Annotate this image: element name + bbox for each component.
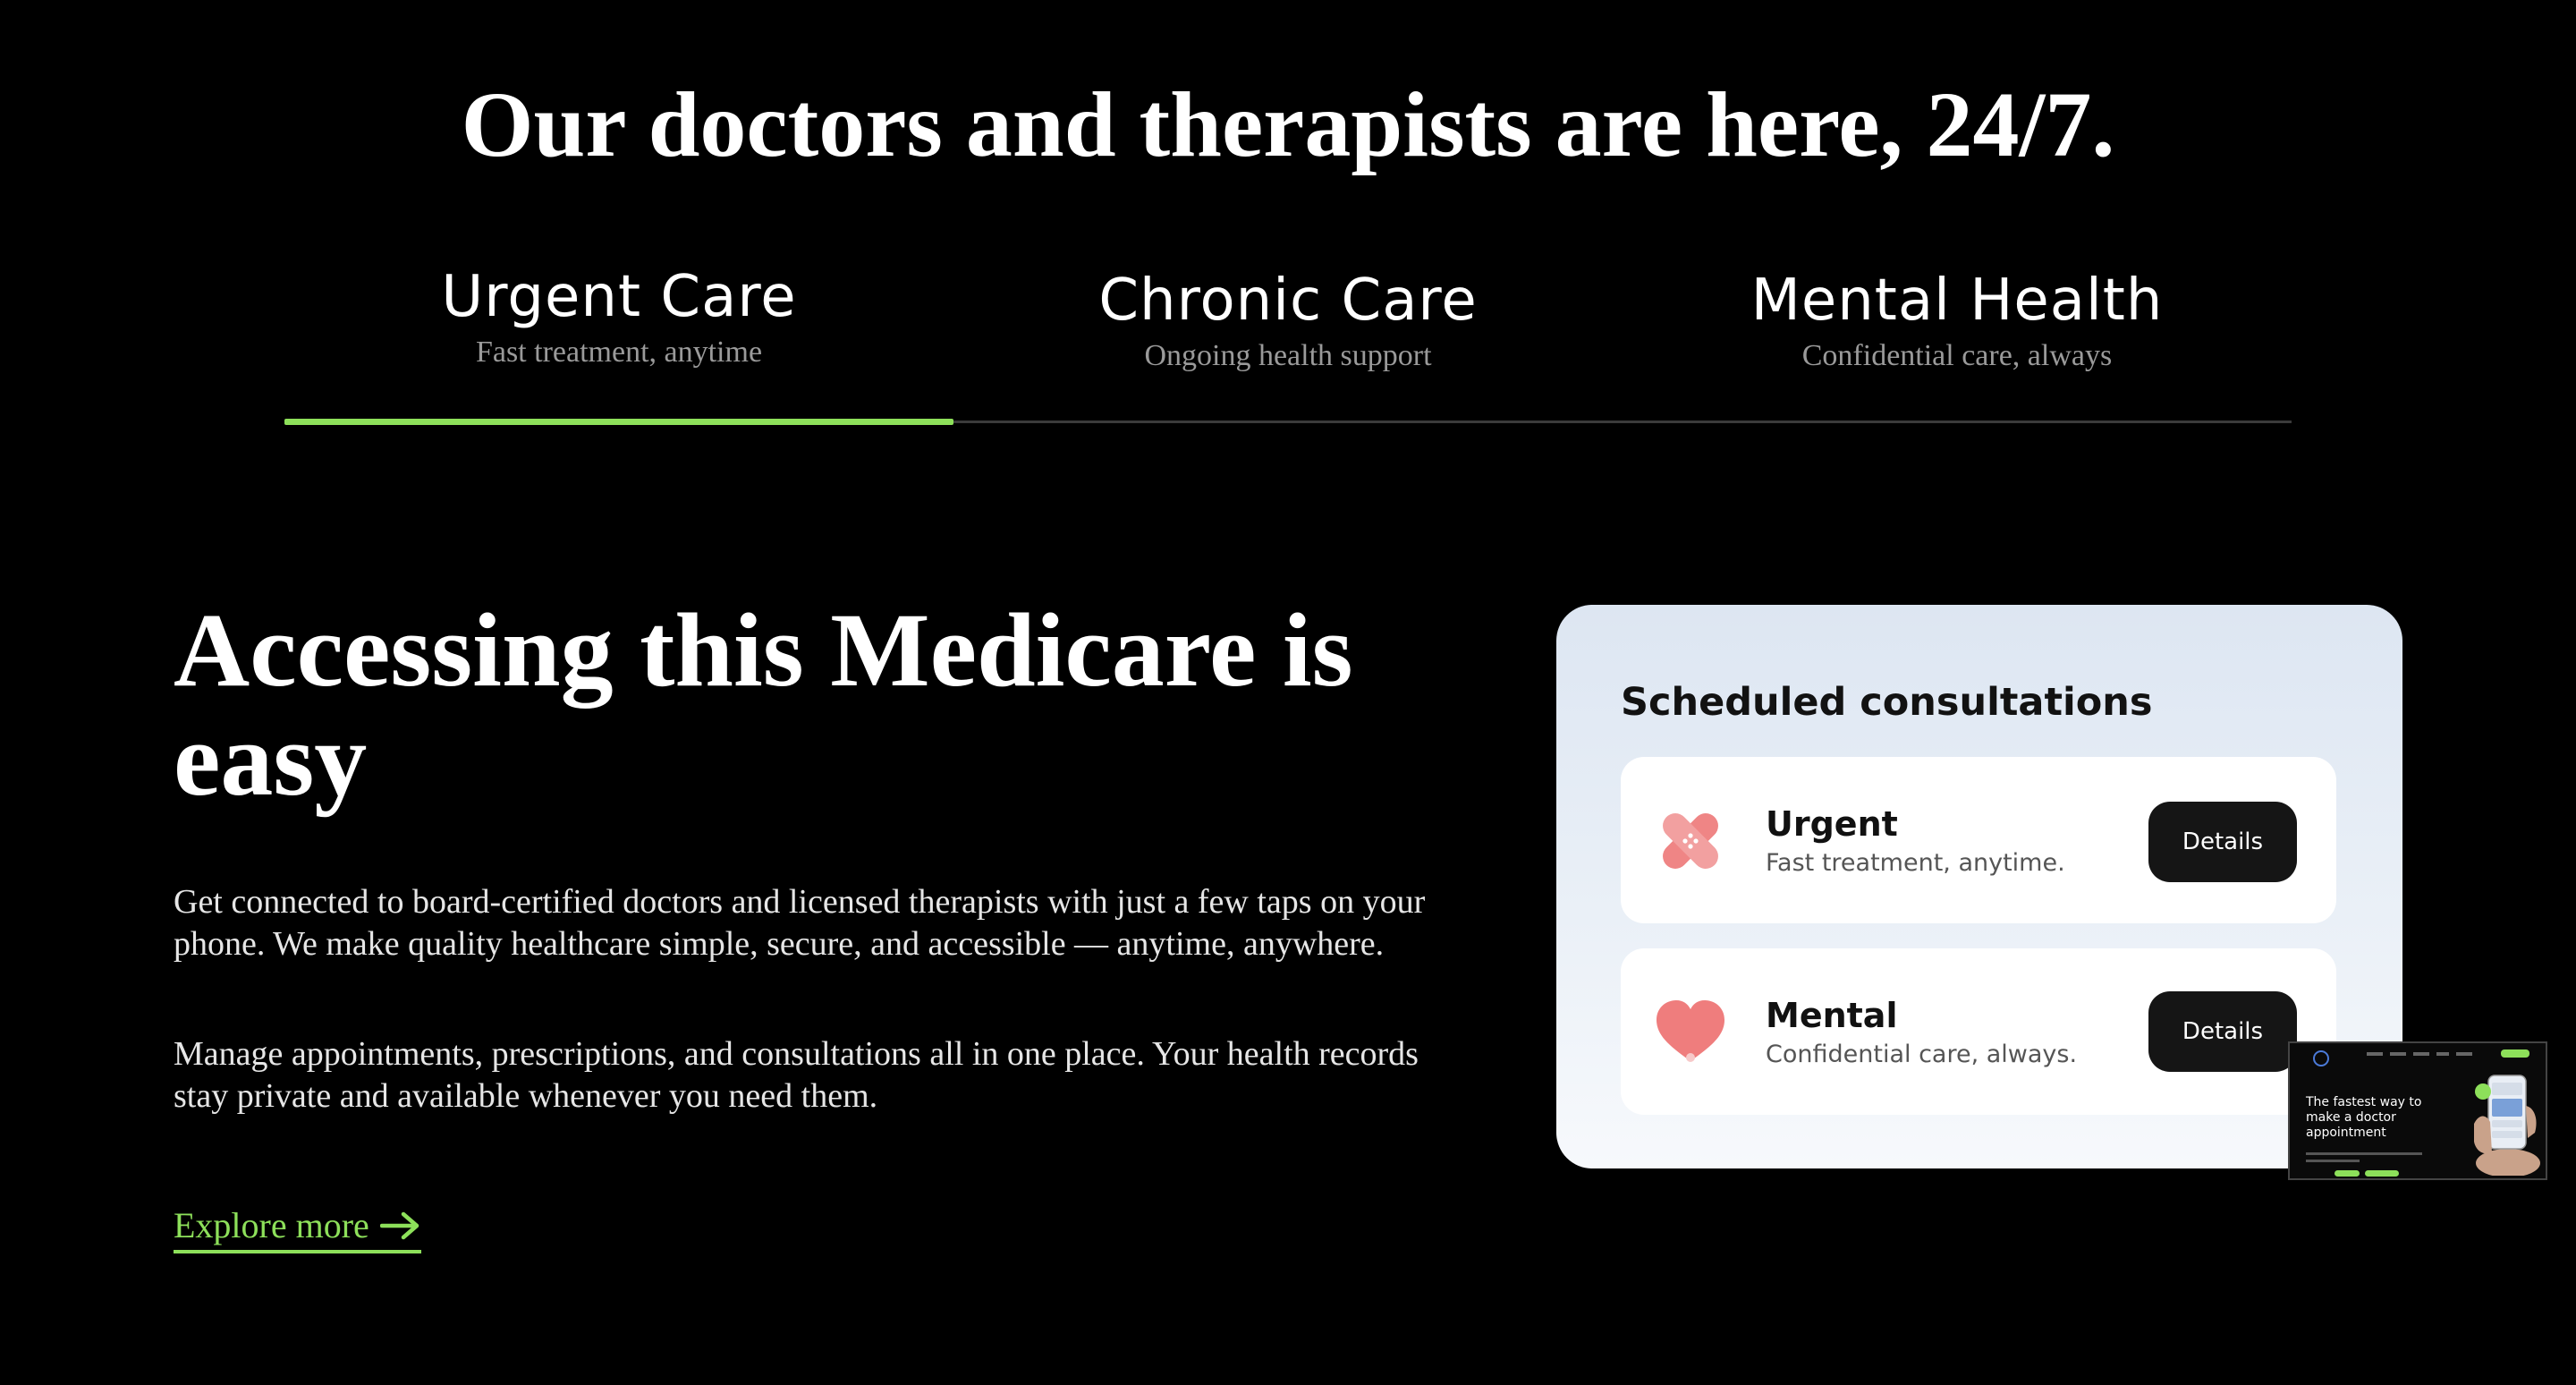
tab-title: Urgent Care bbox=[441, 264, 797, 330]
active-tab-indicator bbox=[284, 419, 953, 425]
details-button[interactable]: Details bbox=[2148, 991, 2297, 1072]
logo-icon bbox=[2313, 1050, 2329, 1066]
tab-title: Mental Health bbox=[1750, 268, 2164, 334]
intro-paragraph: Get connected to board-certified doctors… bbox=[174, 883, 1426, 963]
arrow-right-icon bbox=[379, 1211, 419, 1240]
button-placeholder bbox=[2334, 1170, 2360, 1177]
app-preview-thumbnail[interactable]: The fastest way to make a doctor appoint… bbox=[2288, 1041, 2547, 1180]
consultation-item: Mental Confidential care, always. Detail… bbox=[1621, 948, 2336, 1115]
tab-subtitle: Confidential care, always bbox=[1801, 339, 2113, 372]
thumbnail-headline: The fastest way to make a doctor appoint… bbox=[2306, 1095, 2422, 1140]
tab-mental-health[interactable]: Mental Health Confidential care, always bbox=[1623, 263, 2292, 424]
tab-subtitle: Ongoing health support bbox=[1144, 339, 1432, 372]
nav-placeholder bbox=[2367, 1052, 2383, 1056]
tab-urgent-care[interactable]: Urgent Care Fast treatment, anytime bbox=[284, 259, 953, 421]
nav-placeholder bbox=[2436, 1052, 2449, 1056]
explore-more-link[interactable]: Explore more bbox=[174, 1203, 421, 1253]
section-title: Accessing this Medicare is easy bbox=[174, 591, 1353, 818]
text-placeholder bbox=[2306, 1152, 2422, 1155]
details-paragraph: Manage appointments, prescriptions, and … bbox=[174, 1035, 1419, 1115]
consultation-name: Mental bbox=[1766, 996, 1898, 1035]
care-tabs: Urgent Care Fast treatment, anytime Chro… bbox=[284, 259, 2292, 426]
consultation-item: Urgent Fast treatment, anytime. Details bbox=[1621, 757, 2336, 923]
scheduled-consultations-card: Scheduled consultations Urgent Fast trea… bbox=[1556, 605, 2402, 1168]
explore-more-label: Explore more bbox=[174, 1205, 369, 1245]
page-headline: Our doctors and therapists are here, 24/… bbox=[461, 73, 2115, 176]
tab-chronic-care[interactable]: Chronic Care Ongoing health support bbox=[953, 263, 1623, 424]
phone-in-hand-image bbox=[2474, 1075, 2540, 1176]
nav-placeholder bbox=[2456, 1052, 2472, 1056]
details-button[interactable]: Details bbox=[2148, 802, 2297, 882]
card-title: Scheduled consultations bbox=[1621, 680, 2153, 725]
text-placeholder bbox=[2306, 1160, 2360, 1162]
consultation-name: Urgent bbox=[1766, 804, 1898, 844]
bandage-icon bbox=[1663, 813, 1718, 869]
nav-placeholder bbox=[2413, 1052, 2429, 1056]
tab-title: Chronic Care bbox=[1098, 268, 1478, 334]
nav-placeholder bbox=[2390, 1052, 2406, 1056]
button-placeholder bbox=[2365, 1170, 2399, 1177]
consultation-subtitle: Confidential care, always. bbox=[1766, 1041, 2078, 1068]
cta-placeholder bbox=[2501, 1049, 2529, 1058]
consultation-subtitle: Fast treatment, anytime. bbox=[1766, 849, 2065, 877]
tab-subtitle: Fast treatment, anytime bbox=[475, 336, 763, 369]
heart-icon bbox=[1657, 1000, 1724, 1062]
